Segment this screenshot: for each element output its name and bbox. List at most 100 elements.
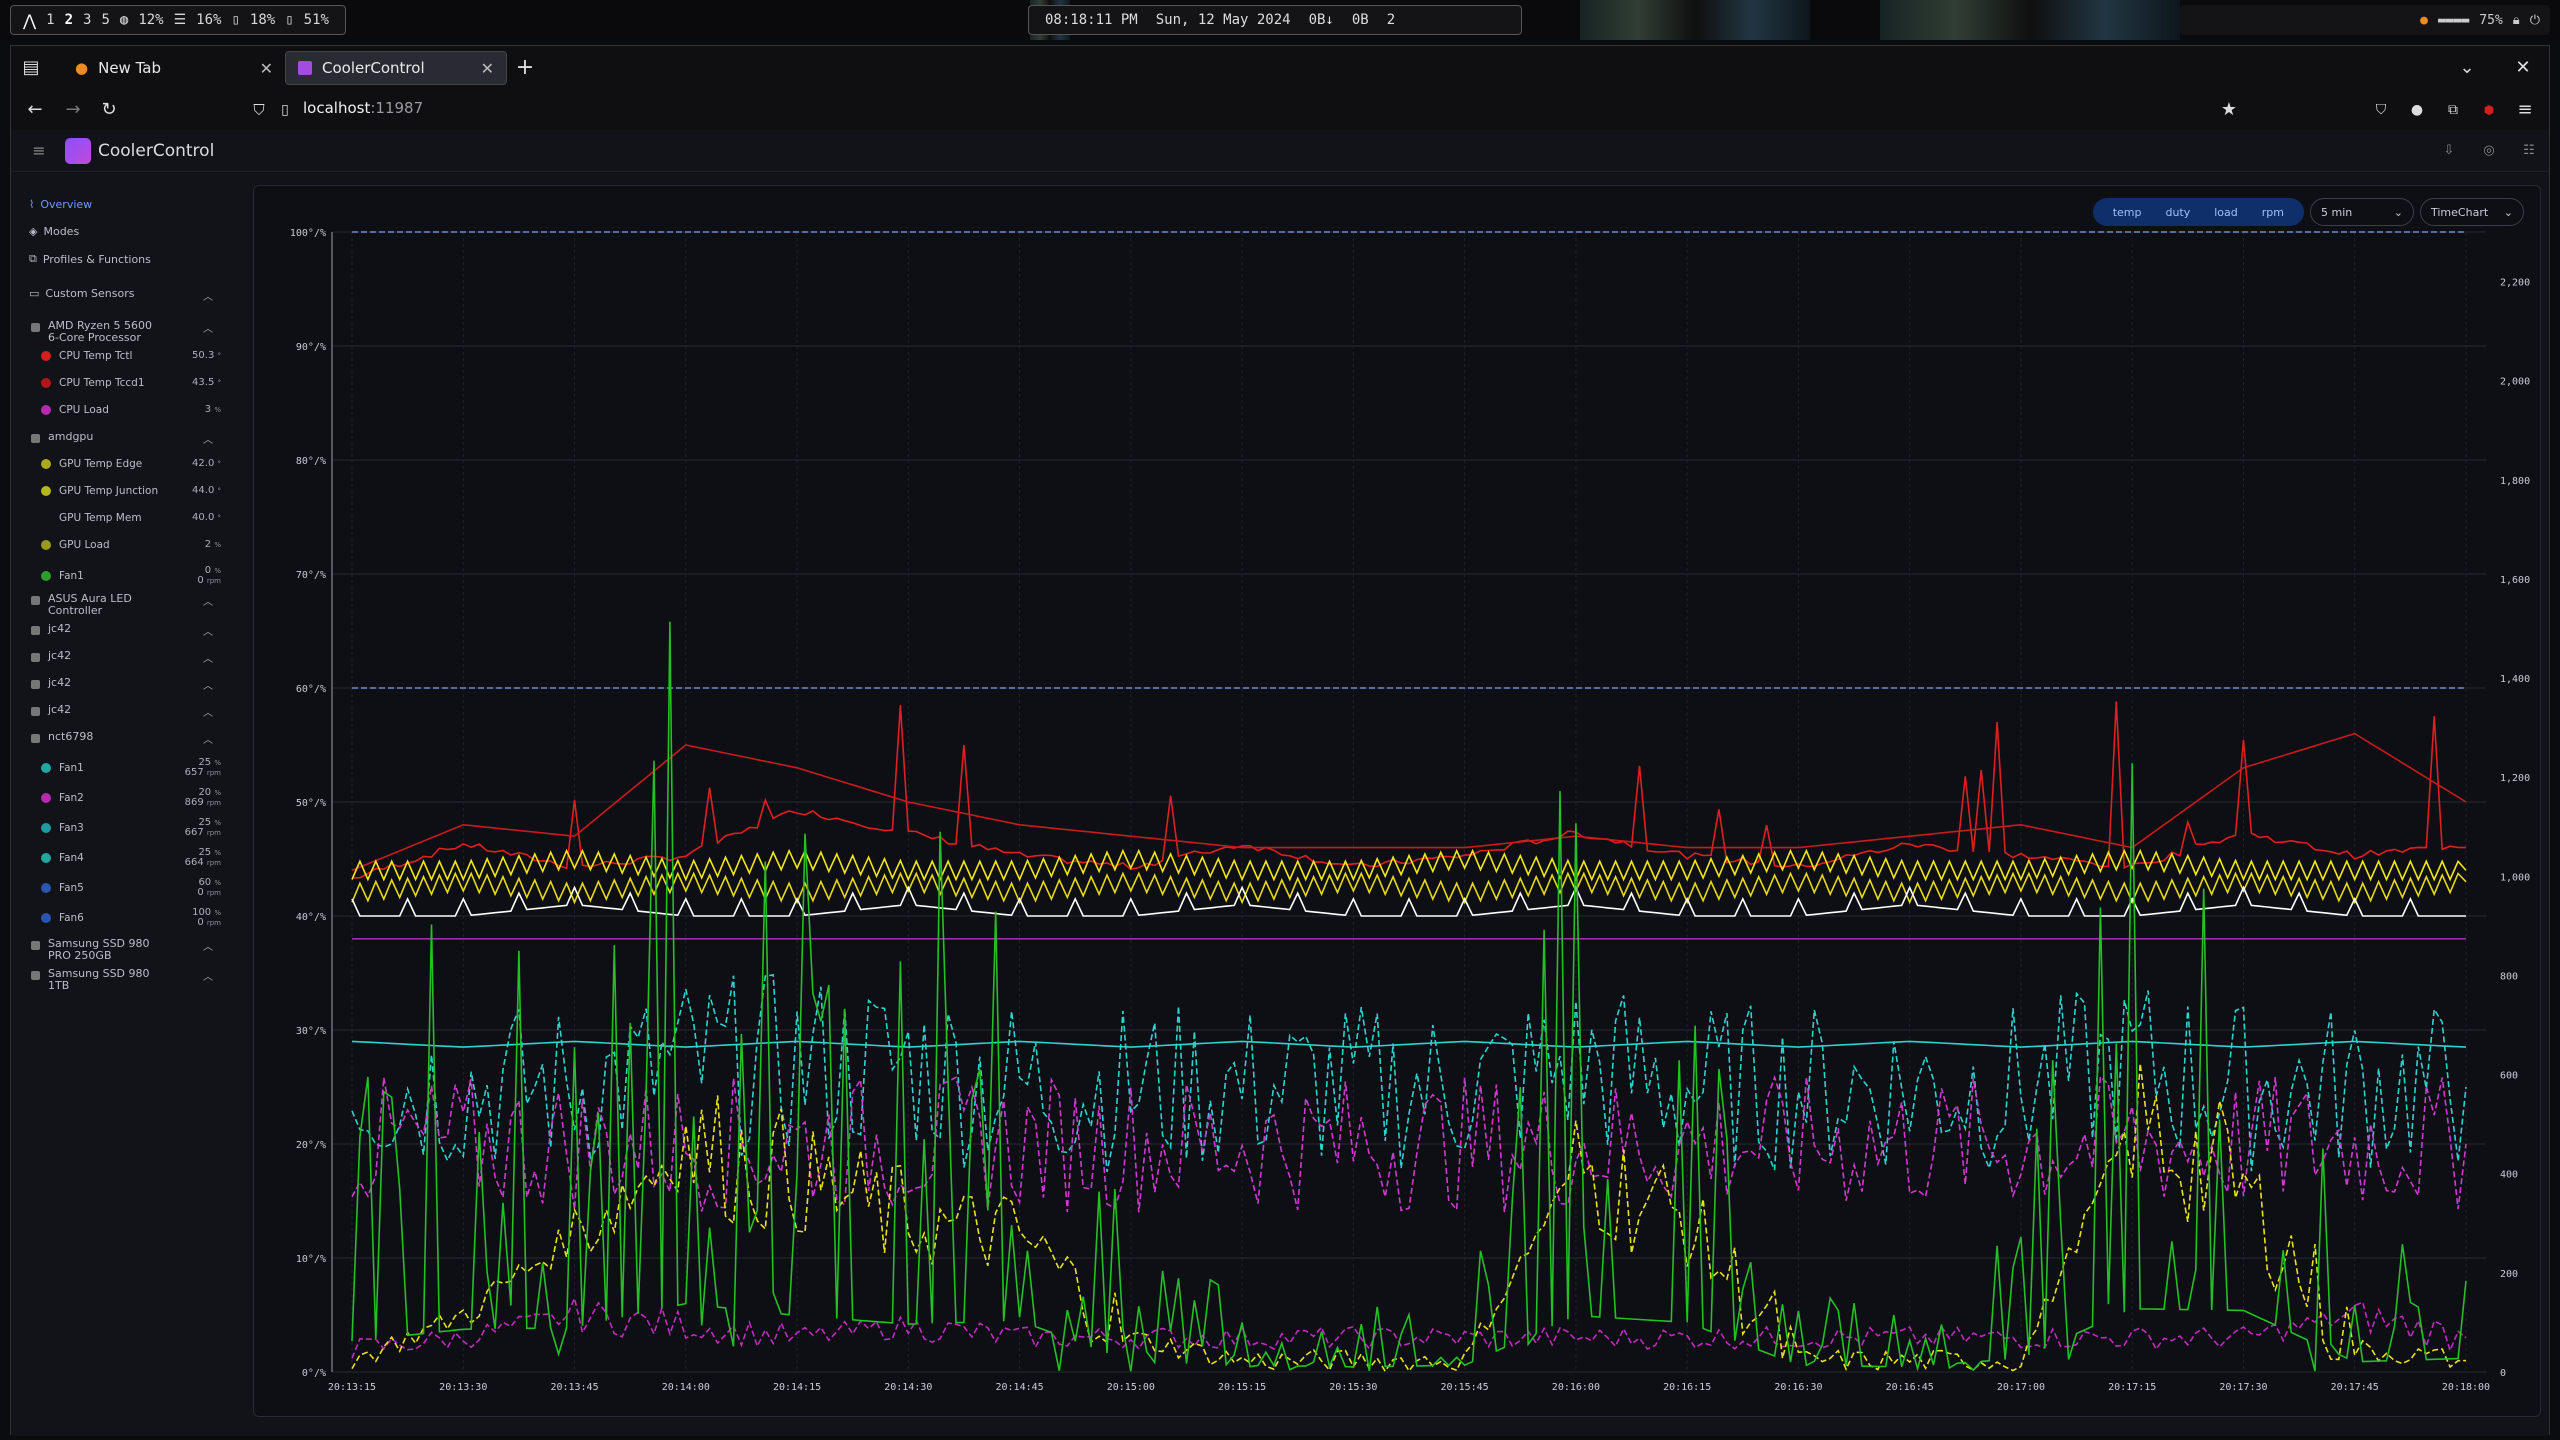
sensor-row[interactable]: CPU Temp Tctl 50.3 ° <box>41 350 221 362</box>
device-0[interactable]: AMD Ryzen 5 5600 6-Core Processor <box>31 320 221 344</box>
sidebar-item-modes[interactable]: ◈ Modes <box>29 225 79 238</box>
close-tab-icon[interactable]: ✕ <box>260 59 273 78</box>
device-name: Samsung SSD 980 PRO 250GB <box>48 937 150 962</box>
workspace-1[interactable]: 1 <box>46 12 54 28</box>
sensor-color-dot[interactable] <box>41 459 51 469</box>
sensor-value: 42.0 ° <box>192 458 221 469</box>
tab-coolercontrol[interactable]: CoolerControl ✕ <box>285 51 507 85</box>
back-icon[interactable]: ← <box>23 98 47 122</box>
sensor-color-dot[interactable] <box>41 763 51 773</box>
sensor-color-dot[interactable] <box>41 351 51 361</box>
sensor-row[interactable]: GPU Temp Edge 42.0 ° <box>41 458 221 470</box>
sensor-row[interactable]: CPU Load 3 % <box>41 404 221 416</box>
sensor-color-dot[interactable] <box>41 913 51 923</box>
device-4[interactable]: jc42 <box>31 650 221 662</box>
volume-slider-icon[interactable]: ▬▬▬▬ <box>2438 13 2469 28</box>
sensor-value: 40.0 ° <box>192 512 221 523</box>
page-icon[interactable]: ▯ <box>273 98 297 122</box>
sensor-color-dot[interactable] <box>41 853 51 863</box>
x-tick-label: 20:14:15 <box>773 1382 821 1393</box>
workspace-5[interactable]: 5 <box>101 12 109 28</box>
chevron-up-icon[interactable]: ︿ <box>203 320 213 335</box>
sensor-color-dot[interactable] <box>41 405 51 415</box>
chevron-up-icon[interactable]: ︿ <box>203 677 213 692</box>
sensor-row[interactable]: Fan3 25 % 667 rpm <box>41 818 221 838</box>
sensor-row[interactable]: Fan4 25 % 664 rpm <box>41 848 221 868</box>
sensor-value: 44.0 ° <box>192 485 221 496</box>
shield-icon[interactable]: ⛉ <box>247 98 271 122</box>
chevron-up-icon[interactable]: ︿ <box>203 593 213 608</box>
ublock-icon[interactable]: ⬢ <box>2477 98 2501 122</box>
sensor-row[interactable]: Fan2 20 % 869 rpm <box>41 788 221 808</box>
chevron-up-icon[interactable]: ︿ <box>203 704 213 719</box>
battery-icon: ▯ <box>285 12 294 28</box>
firefox-tray-icon[interactable]: ● <box>2420 13 2428 28</box>
sensor-color-dot[interactable] <box>41 513 51 523</box>
chevron-up-icon[interactable]: ︿ <box>203 938 213 953</box>
device-icon <box>31 734 40 743</box>
sensor-row[interactable]: Fan1 0 % 0 rpm <box>41 566 221 586</box>
sidebar-item-profiles[interactable]: ⧉ Profiles & Functions <box>29 252 151 266</box>
menu-icon[interactable]: ≡ <box>2513 98 2537 122</box>
list-tabs-chevron-icon[interactable]: ⌄ <box>2455 56 2479 80</box>
bookmark-star-icon[interactable]: ★ <box>2217 98 2241 122</box>
url-input[interactable]: localhost:11987 <box>303 99 423 117</box>
sensor-row[interactable]: Fan5 60 % 0 rpm <box>41 878 221 898</box>
sensor-color-dot[interactable] <box>41 571 51 581</box>
reload-icon[interactable]: ↻ <box>97 98 121 122</box>
device-9[interactable]: Samsung SSD 980 1TB <box>31 968 221 992</box>
device-7[interactable]: nct6798 <box>31 731 221 743</box>
device-2[interactable]: ASUS Aura LED Controller <box>31 593 221 617</box>
sensor-color-dot[interactable] <box>41 378 51 388</box>
chevron-up-icon[interactable]: ︿ <box>203 623 213 638</box>
sensor-color-dot[interactable] <box>41 793 51 803</box>
sidebar-item-overview[interactable]: ⌇ Overview <box>29 198 92 211</box>
power-icon[interactable]: ⏻ <box>2530 13 2540 28</box>
sensor-color-dot[interactable] <box>41 883 51 893</box>
sensor-color-dot[interactable] <box>41 540 51 550</box>
sensor-row[interactable]: GPU Load 2 % <box>41 539 221 551</box>
device-8[interactable]: Samsung SSD 980 PRO 250GB <box>31 938 221 962</box>
notification-count[interactable]: 2 <box>1387 12 1395 28</box>
sidebar-item-custom-sensors[interactable]: ▭ Custom Sensors <box>29 287 134 300</box>
tab-new-tab[interactable]: ● New Tab ✕ <box>63 51 285 85</box>
device-3[interactable]: jc42 <box>31 623 221 635</box>
chevron-up-icon[interactable]: ︿ <box>203 288 213 303</box>
sensor-row[interactable]: GPU Temp Mem 40.0 ° <box>41 512 221 524</box>
sensor-label: GPU Temp Junction <box>59 485 159 497</box>
new-tab-plus-icon[interactable]: + <box>513 56 537 80</box>
lock-icon[interactable]: 🔒︎ <box>2513 13 2520 28</box>
pocket-icon[interactable]: ⛉ <box>2369 98 2393 122</box>
device-6[interactable]: jc42 <box>31 704 221 716</box>
settings-icon[interactable]: ☷ <box>2517 139 2541 163</box>
time-chart[interactable]: 0°/% 10°/% 20°/% 30°/% 40°/% 50°/% 60°/% 70°/% 8… <box>254 186 2542 1418</box>
modes-icon[interactable]: ⇩ <box>2437 139 2461 163</box>
workspace-3[interactable]: 3 <box>83 12 91 28</box>
sensor-row[interactable]: Fan6 100 % 0 rpm <box>41 908 221 928</box>
sensor-row[interactable]: Fan1 25 % 657 rpm <box>41 758 221 778</box>
extensions-icon[interactable]: ⧉ <box>2441 98 2465 122</box>
forward-icon[interactable]: → <box>61 98 85 122</box>
chevron-up-icon[interactable]: ︿ <box>203 650 213 665</box>
app-title: CoolerControl <box>98 141 215 161</box>
device-5[interactable]: jc42 <box>31 677 221 689</box>
tab-overview-icon[interactable]: ▤ <box>19 56 43 80</box>
sensor-row[interactable]: CPU Temp Tccd1 43.5 ° <box>41 377 221 389</box>
close-window-icon[interactable]: ✕ <box>2511 56 2535 80</box>
sidebar-toggle-icon[interactable]: ≡ <box>27 139 51 163</box>
sensor-row[interactable]: GPU Temp Junction 44.0 ° <box>41 485 221 497</box>
device-1[interactable]: amdgpu <box>31 431 221 443</box>
chevron-up-icon[interactable]: ︿ <box>203 731 213 746</box>
chevron-up-icon[interactable]: ︿ <box>203 968 213 983</box>
y-right-tick-label: 1,200 <box>2500 773 2530 784</box>
workspace-2[interactable]: 2 <box>65 12 73 28</box>
extension-b-icon[interactable]: ● <box>2405 98 2429 122</box>
chevron-up-icon[interactable]: ︿ <box>203 431 213 446</box>
info-icon[interactable]: ◎ <box>2477 139 2501 163</box>
sensor-color-dot[interactable] <box>41 486 51 496</box>
sensor-color-dot[interactable] <box>41 823 51 833</box>
arch-logo-icon[interactable]: ⋀ <box>23 11 36 30</box>
close-tab-icon[interactable]: ✕ <box>481 59 494 78</box>
sensor-label: Fan1 <box>59 570 84 582</box>
wallpaper-strip <box>1880 0 2180 40</box>
